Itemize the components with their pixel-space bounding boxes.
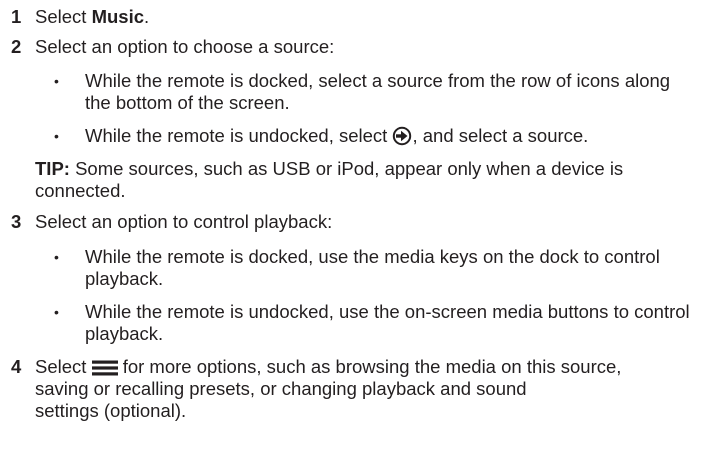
tip-label: TIP: [35, 158, 70, 179]
step-number: 3 [11, 211, 22, 232]
tip-text: Some sources, such as USB or iPod, appea… [69, 158, 624, 179]
step-text: Select an option to control playback: [35, 211, 333, 232]
bullet-text-line: While the remote is docked, use the medi… [85, 246, 660, 267]
tip-line: TIP: Some sources, such as USB or iPod, … [35, 158, 623, 180]
step-text-line: saving or recalling presets, or changing… [35, 378, 527, 399]
bullet-text-suffix: , and select a source. [412, 125, 589, 146]
bullet-text-line: playback. [85, 323, 164, 344]
bullet-text-line: While the remote is docked, select a sou… [85, 70, 671, 91]
music-term: Music [91, 6, 144, 27]
tip-continuation: connected. [35, 180, 126, 202]
step-number: 4 [11, 356, 22, 377]
bullet-text-line: While the remote is undocked, select , a… [85, 125, 588, 151]
bullet-dot: • [54, 128, 59, 144]
step-text-line: settings (optional). [35, 400, 187, 421]
step-text-prefix: Select [35, 356, 92, 377]
step-text-suffix: for more options, such as browsing the m… [117, 356, 622, 377]
bullet-dot: • [54, 73, 59, 89]
step-text-suffix: . [144, 6, 150, 27]
step-number: 2 [11, 36, 22, 57]
source-arrow-icon [392, 126, 412, 151]
step-text: Select an option to choose a source: [35, 36, 335, 57]
bullet-text-line: the bottom of the screen. [85, 92, 290, 113]
bullet-text-line: While the remote is undocked, use the on… [85, 301, 690, 322]
bullet-dot: • [54, 304, 59, 320]
bullet-dot: • [54, 249, 59, 265]
step-text: Select Music. [35, 6, 149, 28]
step-text-prefix: Select [35, 6, 92, 27]
tip-text: connected. [35, 180, 126, 201]
step-number: 1 [11, 6, 22, 27]
instruction-page: 1 Select Music. 2 Select an option to ch… [0, 0, 721, 467]
bullet-text-prefix: While the remote is undocked, select [85, 125, 393, 146]
bullet-text-line: playback. [85, 268, 164, 289]
